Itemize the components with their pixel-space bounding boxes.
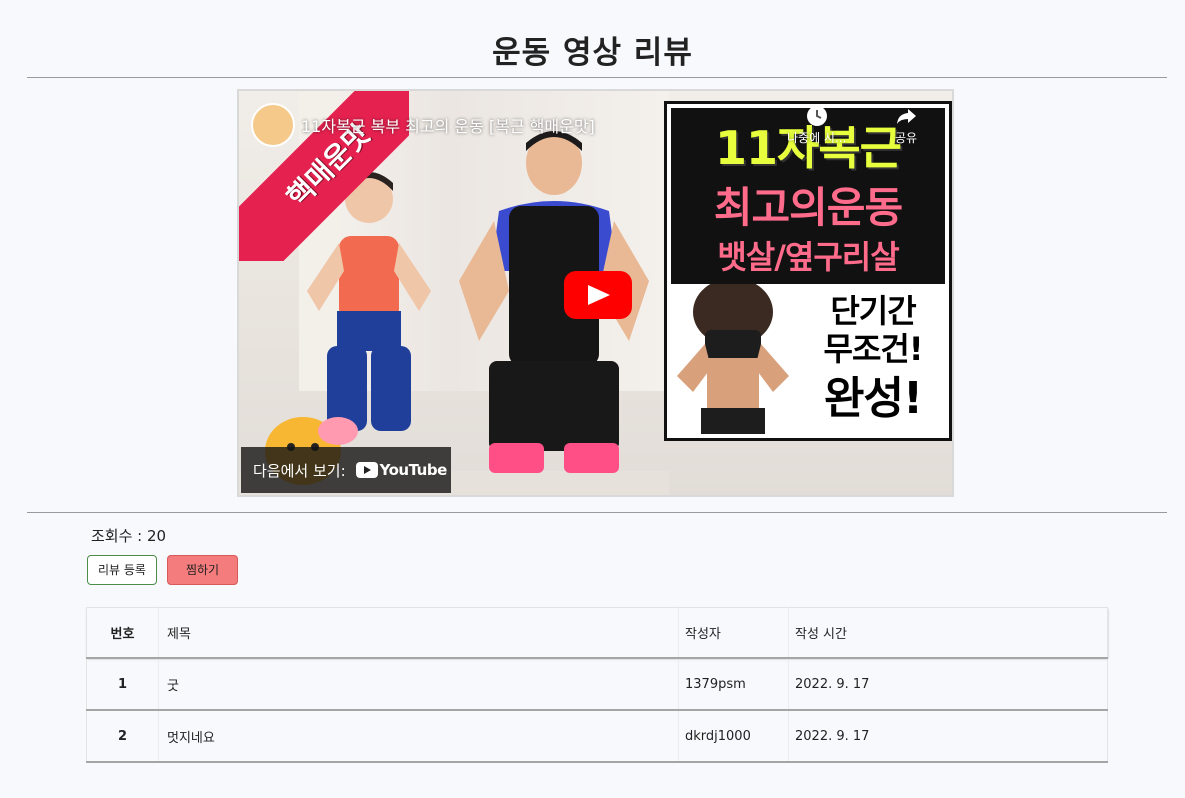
row-author: 1379psm (678, 658, 789, 710)
header-author: 작성자 (678, 607, 789, 658)
page-title: 운동 영상 리뷰 (492, 35, 693, 71)
channel-avatar[interactable] (251, 103, 295, 147)
row-no: 2 (86, 710, 159, 762)
thumbnail-photo: 단기간 무조건! 완성! (671, 284, 945, 434)
video-player[interactable]: 핵매운맛 11자복근 복부 최고의 운동 [복근 핵매운맛] 11자복근 최고의… (237, 89, 954, 497)
add-review-button[interactable]: 리뷰 등록 (87, 555, 157, 585)
title-divider (27, 77, 1167, 78)
row-title-link[interactable]: 멋지네요 (158, 710, 679, 762)
header-no: 번호 (86, 607, 159, 658)
play-button[interactable] (564, 271, 632, 319)
watch-on-youtube-button[interactable]: 다음에서 보기: YouTube (241, 447, 451, 493)
clock-icon (806, 106, 827, 126)
watch-later-button[interactable]: 나중에 시... (787, 105, 846, 146)
video-divider (27, 512, 1167, 513)
share-label: 공유 (895, 131, 918, 145)
like-button[interactable]: 찜하기 (167, 555, 238, 585)
thumbnail-inner: 11자복근 최고의운동 뱃살/옆구리살 단기간 무조건! 완성! (671, 108, 945, 434)
row-title-link[interactable]: 굿 (158, 658, 679, 710)
thumb-text-line2: 최고의운동 (713, 183, 903, 232)
table-row[interactable]: 2 멋지네요 dkrdj1000 2022. 9. 17 (86, 710, 1108, 762)
thumbnail-panel: 11자복근 최고의운동 뱃살/옆구리살 단기간 무조건! 완성! (664, 101, 952, 441)
share-button[interactable]: 공유 (895, 105, 917, 146)
watch-on-label: 다음에서 보기: (253, 461, 346, 480)
thumb-text-line3: 뱃살/옆구리살 (717, 238, 899, 276)
header-title: 제목 (158, 607, 679, 658)
table-row[interactable]: 1 굿 1379psm 2022. 9. 17 (86, 658, 1108, 710)
table-header-row: 번호 제목 작성자 작성 시간 (86, 607, 1108, 658)
thumb-side-text3: 완성! (823, 373, 923, 424)
row-no: 1 (86, 658, 159, 710)
fitness-model-figure (677, 284, 789, 434)
header-time: 작성 시간 (795, 627, 847, 642)
video-title[interactable]: 11자복근 복부 최고의 운동 [복근 핵매운맛] (301, 113, 595, 137)
watch-later-label: 나중에 시... (787, 131, 847, 145)
row-author: dkrdj1000 (678, 710, 789, 762)
play-icon (588, 285, 610, 305)
review-table: 번호 제목 작성자 작성 시간 1 굿 1379psm 2022. 9. 17 … (86, 607, 1108, 763)
person-man (459, 131, 649, 473)
youtube-play-icon (355, 462, 378, 478)
share-icon (897, 109, 917, 124)
row-time: 2022. 9. 17 (795, 676, 870, 692)
youtube-logo: YouTube (355, 461, 448, 479)
row-time: 2022. 9. 17 (795, 728, 870, 744)
youtube-logo-text: YouTube (379, 461, 448, 479)
view-count: 조회수 : 20 (91, 527, 167, 545)
